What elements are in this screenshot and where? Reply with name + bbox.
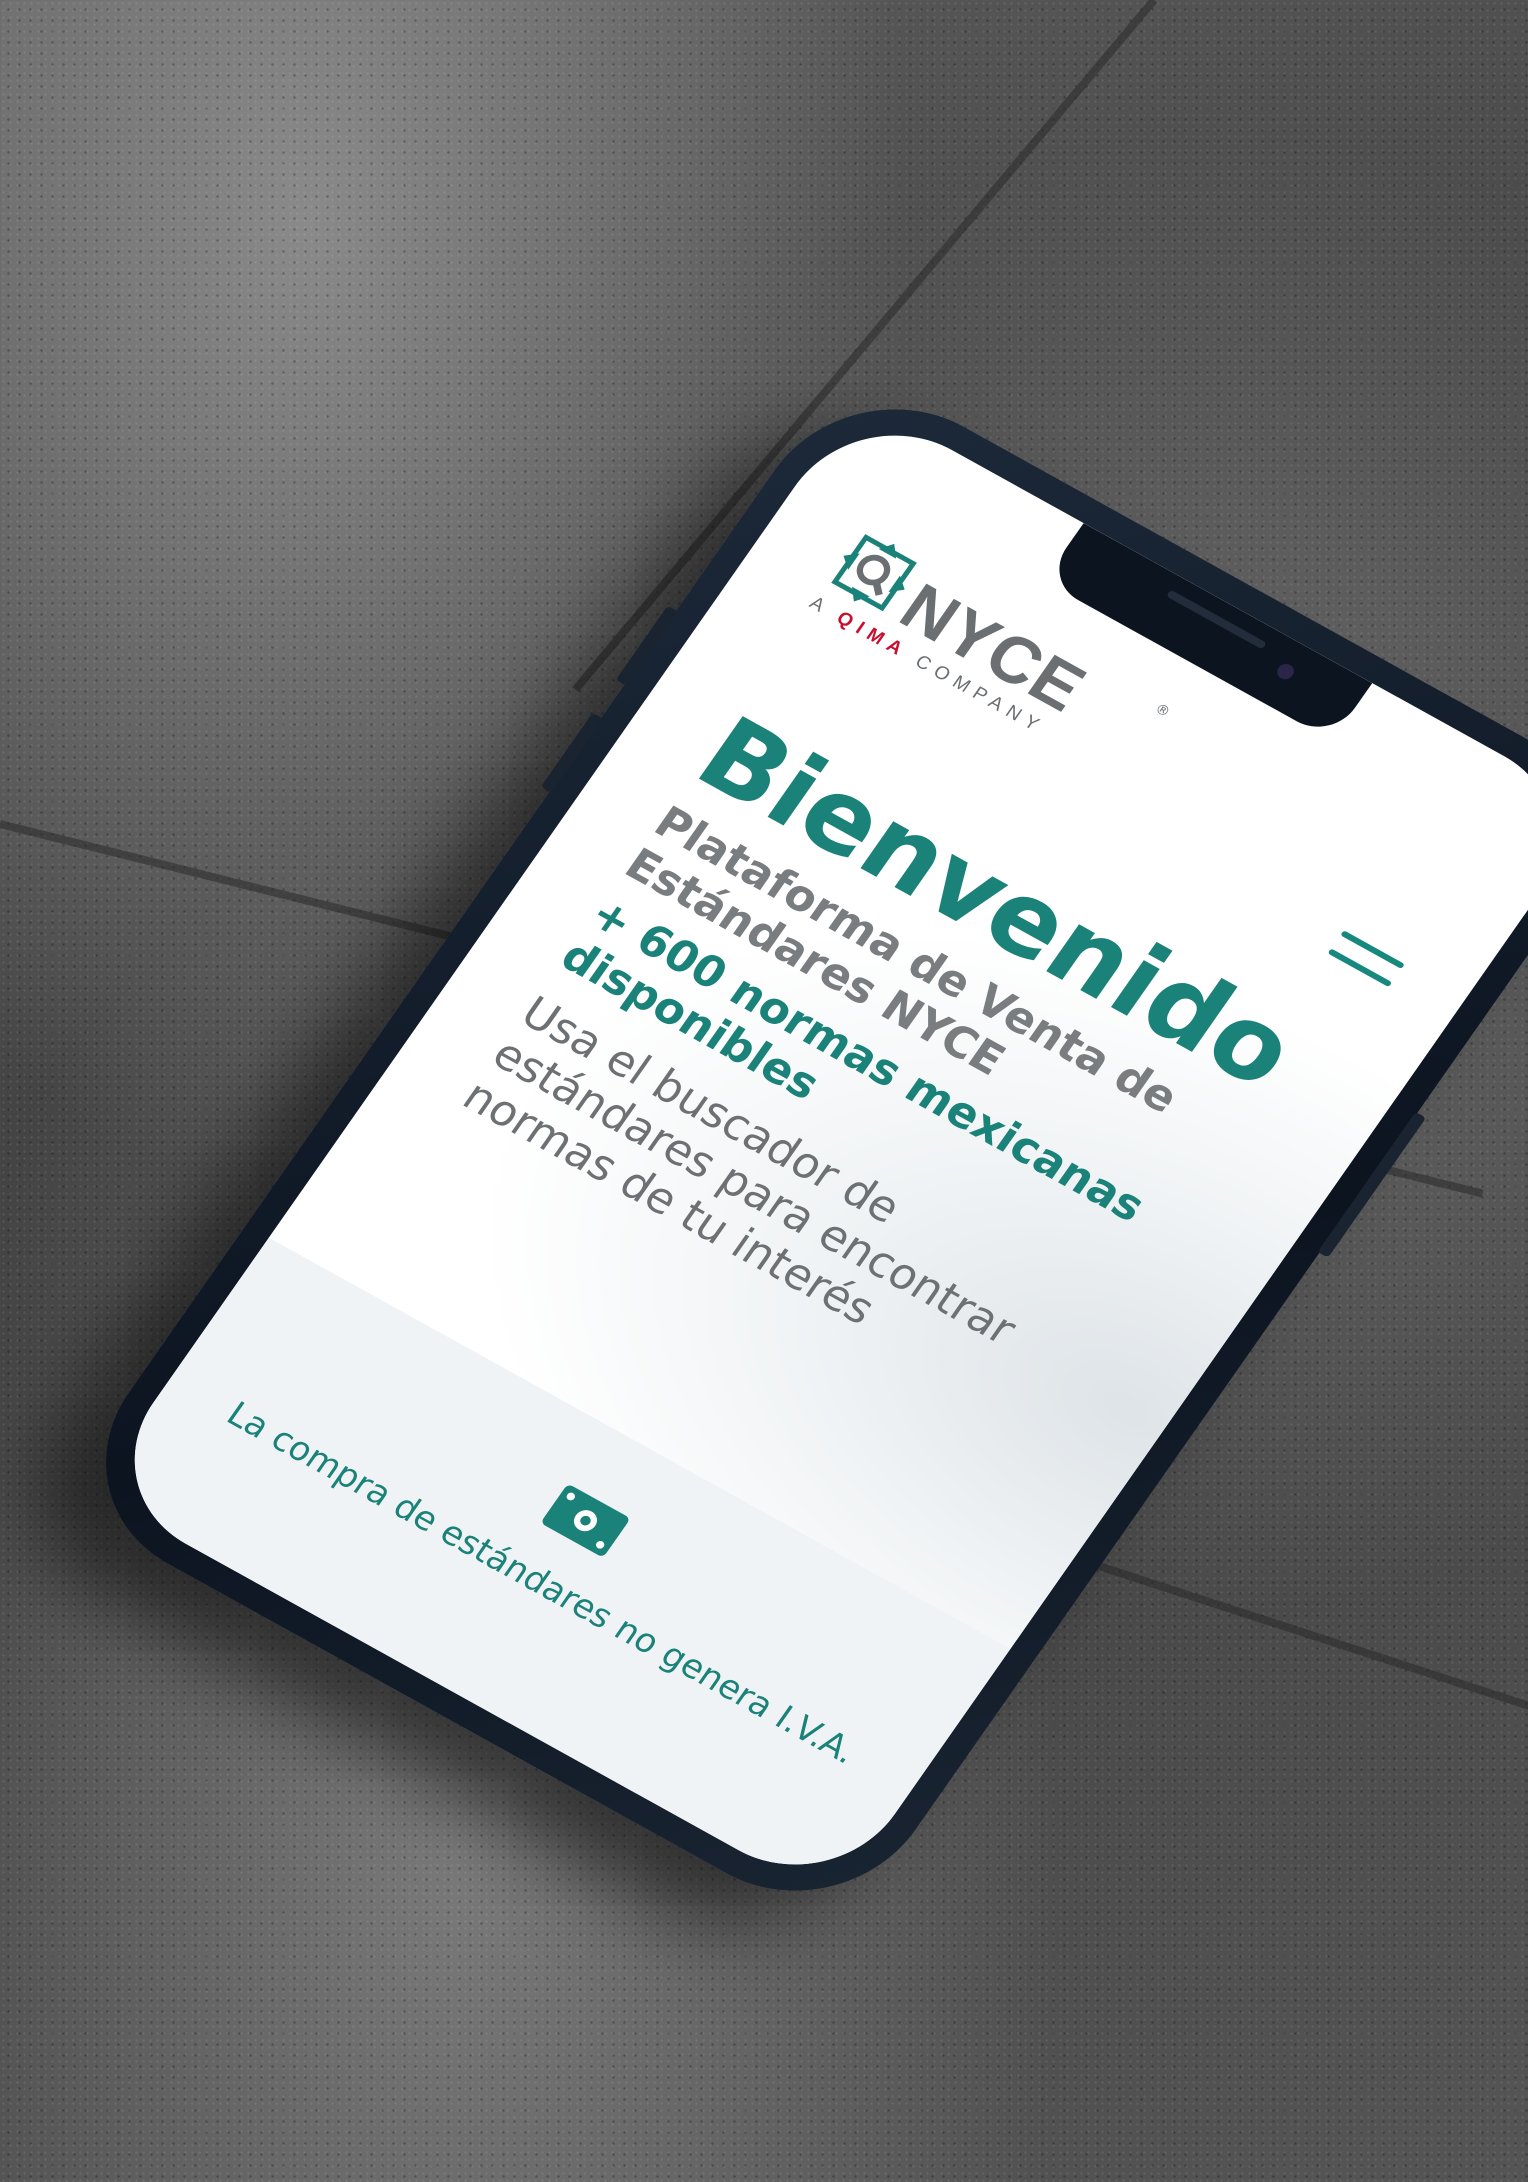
registered-mark: ® xyxy=(1151,700,1174,721)
tagline-prefix: A xyxy=(805,592,834,620)
money-bill-icon xyxy=(542,1485,629,1556)
front-camera xyxy=(1273,661,1298,683)
